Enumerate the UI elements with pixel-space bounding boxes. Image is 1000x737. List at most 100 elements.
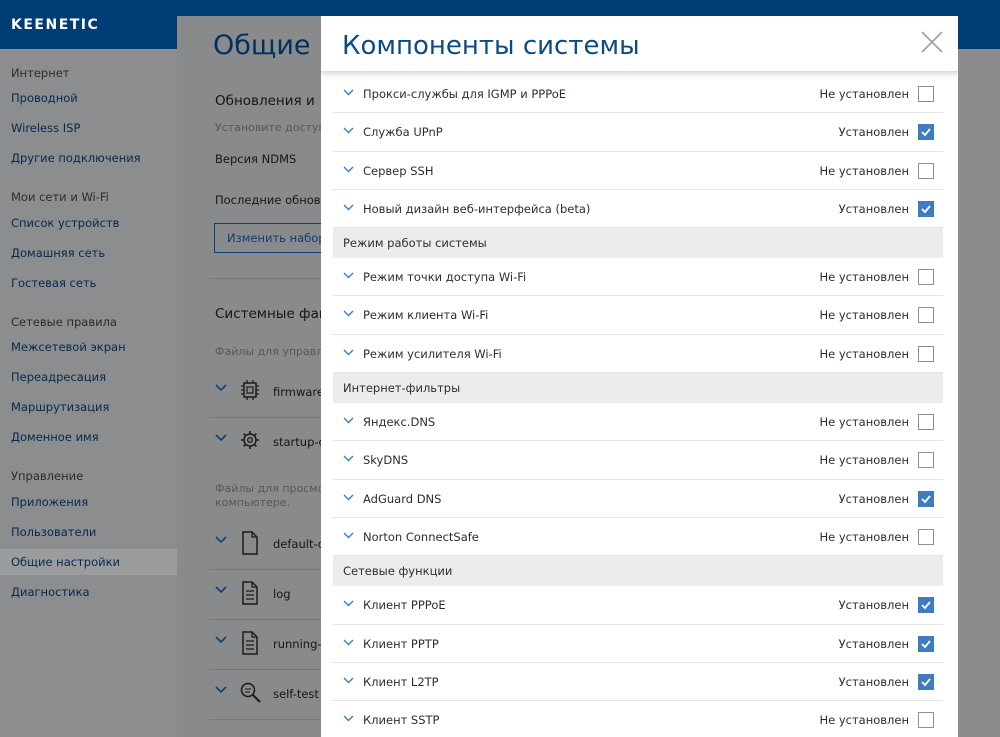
chevron-down-icon[interactable] <box>343 127 354 134</box>
chevron-down-icon[interactable] <box>343 166 354 173</box>
sidebar-item-general-settings[interactable]: Общие настройки <box>0 549 177 575</box>
status-label: Установлен <box>838 125 909 140</box>
component-row-sstp-client[interactable]: Клиент SSTP Не установлен <box>333 701 943 737</box>
component-row-yandex-dns[interactable]: Яндекс.DNS Не установлен <box>333 403 943 442</box>
version-label: Версия NDMS <box>215 152 297 166</box>
change-components-button[interactable]: Изменить набор к <box>214 223 337 253</box>
chevron-down-icon[interactable] <box>343 600 354 607</box>
sidebar-item-users[interactable]: Пользователи <box>11 525 96 539</box>
group-header-network-functions: Сетевые функции <box>333 556 943 587</box>
sidebar-item-port-forwarding[interactable]: Переадресация <box>11 370 106 384</box>
install-checkbox[interactable] <box>918 490 934 507</box>
keenetic-logo[interactable]: KEENETIC <box>11 17 99 33</box>
chevron-down-icon[interactable] <box>343 677 354 684</box>
chevron-down-icon[interactable] <box>343 417 354 424</box>
sidebar-item-domain-name[interactable]: Доменное имя <box>11 430 99 444</box>
sidebar-item-diagnostics[interactable]: Диагностика <box>11 585 90 599</box>
chevron-down-icon[interactable] <box>215 434 227 442</box>
install-checkbox[interactable] <box>918 269 934 286</box>
sidebar-item-wireless-isp[interactable]: Wireless ISP <box>11 121 80 135</box>
component-row-igmp-pppoe-proxy[interactable]: Прокси-службы для IGMP и PPPoE Не устано… <box>333 75 943 114</box>
sidebar-item-firewall[interactable]: Межсетевой экран <box>11 340 126 354</box>
component-label: AdGuard DNS <box>363 491 442 506</box>
chevron-down-icon[interactable] <box>343 310 354 317</box>
text-file-icon <box>242 581 258 605</box>
sidebar-item-routing[interactable]: Маршрутизация <box>11 400 109 414</box>
install-checkbox[interactable] <box>918 345 934 362</box>
file-row-startup-config[interactable]: startup-c <box>209 417 337 467</box>
component-row-pptp-client[interactable]: Клиент PPTP Установлен <box>333 625 943 663</box>
chevron-down-icon[interactable] <box>343 639 354 646</box>
chevron-down-icon[interactable] <box>343 204 354 211</box>
component-label: Режим усилителя Wi-Fi <box>363 346 502 361</box>
sidebar-section-networks: Мои сети и Wi-Fi <box>11 190 109 204</box>
install-checkbox[interactable] <box>918 307 934 324</box>
file-row-default-config[interactable]: default-c <box>209 519 337 569</box>
component-row-upnp[interactable]: Служба UPnP Установлен <box>333 113 943 152</box>
component-row-ap-mode[interactable]: Режим точки доступа Wi-Fi Не установлен <box>333 258 943 297</box>
close-icon[interactable] <box>920 30 944 54</box>
chevron-down-icon[interactable] <box>215 636 227 644</box>
file-row-firmware[interactable]: firmware <box>209 367 337 417</box>
chevron-down-icon[interactable] <box>215 536 227 544</box>
sidebar-item-home-network[interactable]: Домашняя сеть <box>11 246 105 260</box>
component-row-pppoe-client[interactable]: Клиент PPPoE Установлен <box>333 586 943 625</box>
sidebar-item-wired[interactable]: Проводной <box>11 91 78 105</box>
install-checkbox[interactable] <box>918 200 934 217</box>
chevron-down-icon[interactable] <box>343 272 354 279</box>
gear-file-icon <box>241 431 259 449</box>
install-checkbox[interactable] <box>918 86 934 102</box>
component-row-adguard-dns[interactable]: AdGuard DNS Установлен <box>333 480 943 518</box>
component-label: Сервер SSH <box>363 163 434 178</box>
sidebar-item-guest-network[interactable]: Гостевая сеть <box>11 276 96 290</box>
text-file-icon <box>242 631 258 655</box>
component-row-client-mode[interactable]: Режим клиента Wi-Fi Не установлен <box>333 296 943 335</box>
page-title: Общие <box>213 30 311 61</box>
sidebar-item-device-list[interactable]: Список устройств <box>11 216 119 230</box>
install-checkbox[interactable] <box>918 597 934 614</box>
checkmark-icon <box>921 601 931 610</box>
sidebar-item-other-connections[interactable]: Другие подключения <box>11 151 141 165</box>
component-label: Режим точки доступа Wi-Fi <box>363 270 527 285</box>
sidebar: Интернет Проводной Wireless ISP Другие п… <box>0 49 177 737</box>
component-row-new-web-ui[interactable]: Новый дизайн веб-интерфейса (beta) Устан… <box>333 190 943 229</box>
install-checkbox[interactable] <box>918 124 934 141</box>
chevron-down-icon[interactable] <box>343 494 354 501</box>
install-checkbox[interactable] <box>918 414 934 431</box>
component-row-ssh-server[interactable]: Сервер SSH Не установлен <box>333 152 943 190</box>
status-label: Не установлен <box>819 87 909 101</box>
install-checkbox[interactable] <box>918 673 934 690</box>
files-view-hint: Файлы для просмот <box>215 482 331 495</box>
modal-title: Компоненты системы <box>342 31 640 61</box>
chevron-down-icon[interactable] <box>343 715 354 722</box>
install-checkbox[interactable] <box>918 635 934 652</box>
chevron-down-icon[interactable] <box>343 349 354 356</box>
component-row-repeater-mode[interactable]: Режим усилителя Wi-Fi Не установлен <box>333 335 943 374</box>
chevron-down-icon[interactable] <box>343 89 354 96</box>
component-label: Режим клиента Wi-Fi <box>363 308 489 323</box>
file-name: default-c <box>273 537 324 551</box>
chevron-down-icon[interactable] <box>215 384 227 392</box>
component-row-norton-connectsafe[interactable]: Norton ConnectSafe Не установлен <box>333 518 943 557</box>
file-name: running-c <box>273 637 328 651</box>
status-label: Не установлен <box>819 163 909 178</box>
install-checkbox[interactable] <box>918 452 934 469</box>
component-row-skydns[interactable]: SkyDNS Не установлен <box>333 441 943 480</box>
component-row-l2tp-client[interactable]: Клиент L2TP Установлен <box>333 663 943 702</box>
modal-header: Компоненты системы <box>321 16 958 72</box>
install-checkbox[interactable] <box>918 162 934 179</box>
chevron-down-icon[interactable] <box>215 686 227 694</box>
chevron-down-icon[interactable] <box>215 586 227 594</box>
chevron-down-icon[interactable] <box>343 532 354 539</box>
status-label: Не установлен <box>819 529 909 544</box>
install-checkbox[interactable] <box>918 528 934 545</box>
file-row-running-config[interactable]: running-c <box>209 619 337 669</box>
file-row-self-test[interactable]: self-test <box>209 669 337 719</box>
component-label: SkyDNS <box>363 453 409 468</box>
sidebar-item-applications[interactable]: Приложения <box>11 495 88 509</box>
install-checkbox[interactable] <box>918 712 934 729</box>
status-label: Не установлен <box>819 270 909 285</box>
file-row-log[interactable]: log <box>209 569 337 619</box>
chevron-down-icon[interactable] <box>343 455 354 462</box>
files-manage-hint: Файлы для управле <box>215 345 331 358</box>
